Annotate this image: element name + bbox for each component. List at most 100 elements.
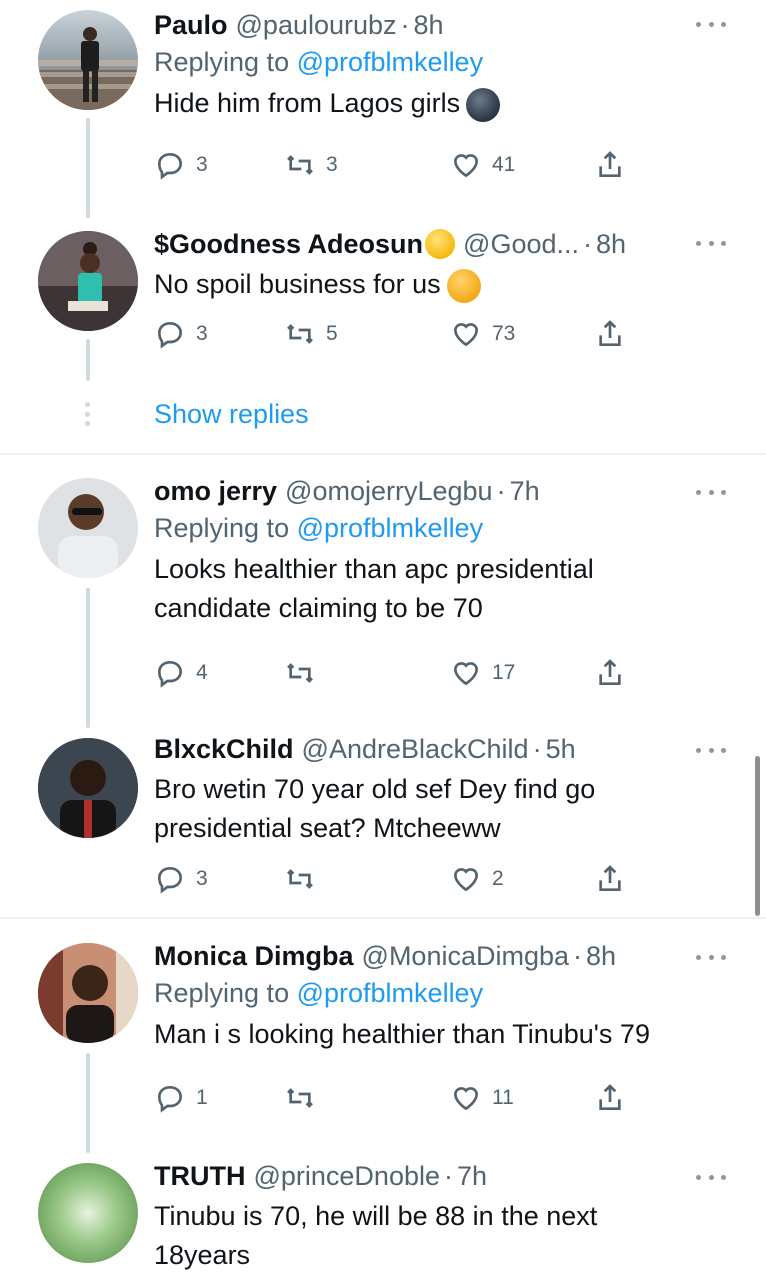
retweet-icon xyxy=(287,1088,313,1108)
avatar[interactable] xyxy=(38,738,138,838)
user-handle[interactable]: @AndreBlackChild xyxy=(302,732,529,766)
avatar[interactable] xyxy=(38,231,138,331)
avatar[interactable] xyxy=(38,943,138,1043)
separator-dot: · xyxy=(400,10,410,40)
mention-link[interactable]: @profblmkelley xyxy=(297,47,483,77)
share-icon xyxy=(599,151,621,177)
share-icon xyxy=(599,320,621,346)
separator-dot: · xyxy=(444,1161,453,1191)
retweet-count: 5 xyxy=(326,322,338,345)
more-options-icon[interactable] xyxy=(696,233,726,253)
timestamp[interactable]: 8h xyxy=(414,8,444,42)
reply-count: 1 xyxy=(196,1086,208,1109)
like-count: 41 xyxy=(492,153,516,176)
timestamp[interactable]: 8h xyxy=(596,227,626,261)
thread-line xyxy=(86,339,90,381)
separator-dot: · xyxy=(532,734,542,764)
display-name[interactable]: Paulo xyxy=(154,8,228,42)
tweet-text-content: Hide him from Lagos girls xyxy=(154,88,461,118)
replying-prefix: Replying to xyxy=(154,513,290,543)
like-button[interactable]: 73 xyxy=(450,317,515,351)
retweet-icon xyxy=(287,155,313,175)
avatar[interactable] xyxy=(38,478,138,578)
like-button[interactable]: 2 xyxy=(450,862,504,896)
reply-button[interactable]: 3 xyxy=(154,148,208,182)
more-options-icon[interactable] xyxy=(696,14,726,34)
display-name[interactable]: omo jerry xyxy=(154,474,277,508)
reply-button[interactable]: 1 xyxy=(154,1081,208,1115)
reply-count: 4 xyxy=(196,661,208,684)
more-options-icon[interactable] xyxy=(696,947,726,967)
reply-button[interactable]: 3 xyxy=(154,862,208,896)
retweet-button[interactable] xyxy=(284,656,316,690)
retweet-button[interactable] xyxy=(284,862,316,896)
retweet-button[interactable] xyxy=(284,1081,316,1115)
replying-to: Replying to @profblmkelley xyxy=(154,44,726,80)
replying-to: Replying to @profblmkelley xyxy=(154,975,726,1011)
reply-button[interactable]: 4 xyxy=(154,656,208,690)
like-count: 17 xyxy=(492,661,516,684)
more-options-icon[interactable] xyxy=(696,482,726,502)
scrollbar[interactable] xyxy=(755,756,760,916)
replying-prefix: Replying to xyxy=(154,978,290,1008)
display-name[interactable]: TRUTH xyxy=(154,1159,245,1193)
retweet-count: 3 xyxy=(326,153,338,176)
timestamp[interactable]: 7h xyxy=(510,474,540,508)
tweet-text: Bro wetin 70 year old sef Dey find go pr… xyxy=(154,770,726,848)
separator-dot: · xyxy=(496,476,506,506)
timestamp[interactable]: 7h xyxy=(457,1159,487,1193)
retweet-button[interactable]: 5 xyxy=(284,317,338,351)
tweet-text-line: Tinubu is 70, he will be 88 in the next xyxy=(154,1201,598,1231)
heart-icon xyxy=(453,1087,479,1111)
share-button[interactable] xyxy=(594,317,626,351)
heart-icon xyxy=(453,154,479,178)
share-icon xyxy=(599,659,621,685)
like-button[interactable]: 11 xyxy=(450,1081,514,1115)
retweet-button[interactable]: 3 xyxy=(284,148,338,182)
mention-link[interactable]: @profblmkelley xyxy=(297,978,483,1008)
heart-icon xyxy=(453,323,479,347)
like-button[interactable]: 17 xyxy=(450,656,515,690)
reply-icon xyxy=(157,866,183,894)
user-handle[interactable]: @omojerryLegbu xyxy=(285,474,493,508)
show-replies-link[interactable]: Show replies xyxy=(154,396,309,432)
share-button[interactable] xyxy=(594,862,626,896)
separator-dot: · xyxy=(573,941,583,971)
mention-link[interactable]: @profblmkelley xyxy=(297,513,483,543)
user-handle[interactable]: @princeDnoble xyxy=(253,1159,440,1193)
user-handle[interactable]: @paulourubz xyxy=(236,8,397,42)
timestamp[interactable]: 5h xyxy=(546,732,576,766)
like-count: 11 xyxy=(492,1086,514,1109)
thread-continuation-icon xyxy=(85,402,91,426)
unamused-face-icon xyxy=(446,268,481,303)
reply-button[interactable]: 3 xyxy=(154,317,208,351)
avatar[interactable] xyxy=(38,10,138,110)
share-icon xyxy=(599,1084,621,1110)
reply-count: 3 xyxy=(196,867,208,890)
tweet-text-line: Looks healthier than apc presidential xyxy=(154,554,594,584)
more-options-icon[interactable] xyxy=(696,1167,726,1187)
tweet-text: No spoil business for us xyxy=(154,265,726,304)
divider xyxy=(0,917,766,919)
display-name[interactable]: Monica Dimgba xyxy=(154,939,354,973)
like-button[interactable]: 41 xyxy=(450,148,515,182)
like-count: 73 xyxy=(492,322,516,345)
display-name[interactable]: $Goodness Adeosun xyxy=(154,227,423,261)
tweet-text-line: 18years xyxy=(154,1240,251,1270)
tweet-text-line: Bro wetin 70 year old sef Dey find go xyxy=(154,774,596,804)
share-button[interactable] xyxy=(594,1081,626,1115)
thread-line xyxy=(86,118,90,218)
share-button[interactable] xyxy=(594,148,626,182)
user-handle[interactable]: @Good... xyxy=(463,227,579,261)
reply-icon xyxy=(157,660,183,688)
retweet-icon xyxy=(287,663,313,683)
avatar[interactable] xyxy=(38,1163,138,1263)
share-button[interactable] xyxy=(594,656,626,690)
more-options-icon[interactable] xyxy=(696,740,726,760)
timestamp[interactable]: 8h xyxy=(586,939,616,973)
like-count: 2 xyxy=(492,867,504,890)
smiling-face-icon xyxy=(425,229,456,259)
tweet-text: Man i s looking healthier than Tinubu's … xyxy=(154,1015,726,1054)
display-name[interactable]: BlxckChild xyxy=(154,732,294,766)
user-handle[interactable]: @MonicaDimgba xyxy=(362,939,569,973)
